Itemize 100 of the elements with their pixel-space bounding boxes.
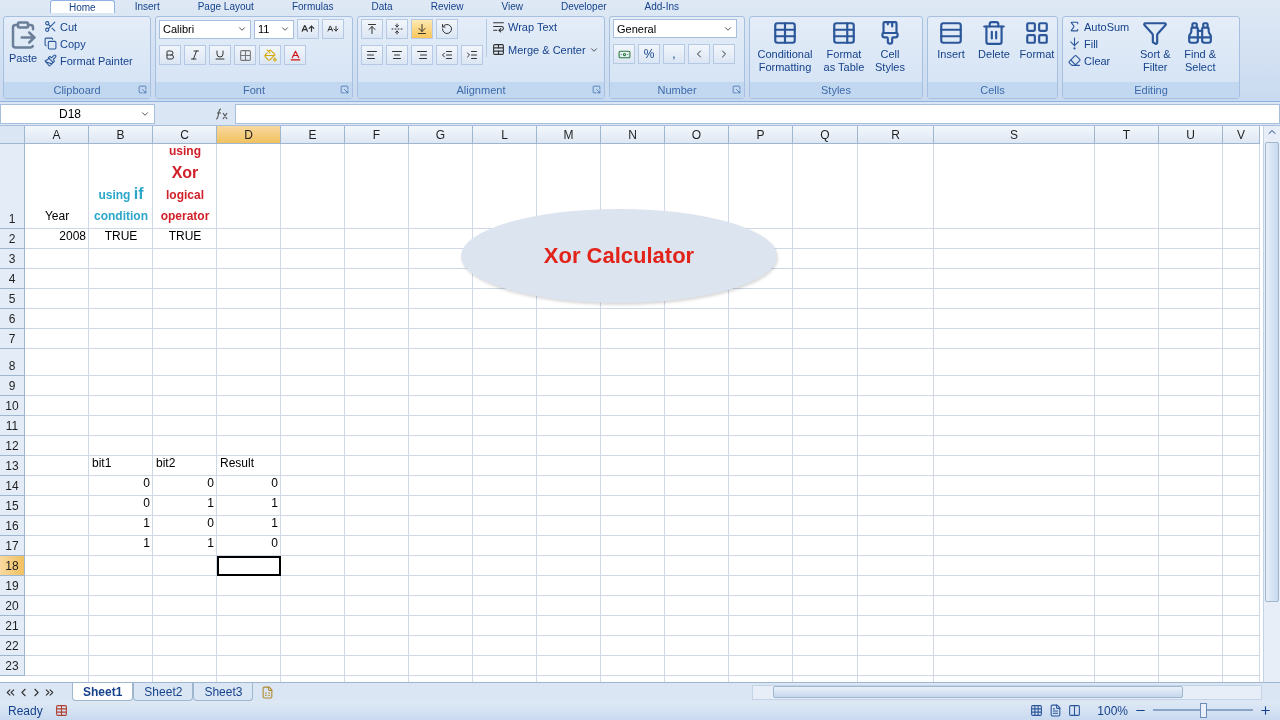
dialog-launcher-icon[interactable] (592, 85, 601, 94)
column-header[interactable]: R (858, 126, 934, 144)
row-header[interactable]: 7 (0, 329, 25, 349)
column-header[interactable]: M (537, 126, 601, 144)
new-sheet-icon[interactable] (261, 685, 275, 699)
column-header[interactable]: A (25, 126, 89, 144)
vertical-align-button[interactable] (411, 19, 433, 39)
column-header[interactable]: B (89, 126, 153, 144)
column-header[interactable]: G (409, 126, 473, 144)
borders-button[interactable] (234, 45, 256, 65)
column-header[interactable]: S (934, 126, 1095, 144)
row-header[interactable]: 13 (0, 456, 25, 476)
column-header[interactable]: L (473, 126, 537, 144)
decrease-decimal-button[interactable] (713, 44, 735, 64)
row-header[interactable]: 5 (0, 289, 25, 309)
row-header[interactable]: 1 (0, 144, 25, 229)
row-header[interactable]: 19 (0, 576, 25, 596)
ribbon-tab[interactable]: Page Layout (179, 0, 272, 13)
ribbon-tab[interactable]: Add-Ins (626, 0, 698, 13)
clipboard-button[interactable]: Copy (42, 36, 135, 51)
ribbon-button[interactable]: Find & Select (1179, 19, 1222, 75)
italic-button[interactable] (184, 45, 206, 65)
dialog-launcher-icon[interactable] (340, 85, 349, 94)
ribbon-button[interactable]: Delete (974, 19, 1014, 62)
row-header[interactable]: 20 (0, 596, 25, 616)
dialog-launcher-icon[interactable] (732, 85, 741, 94)
number-style-button[interactable]: % (638, 44, 660, 64)
row-header[interactable]: 16 (0, 516, 25, 536)
underline-button[interactable] (209, 45, 231, 65)
row-header[interactable]: 14 (0, 476, 25, 496)
dropdown-icon[interactable] (280, 24, 290, 34)
selected-cell[interactable] (217, 556, 281, 576)
row-header[interactable]: 6 (0, 309, 25, 329)
ribbon-tab[interactable]: Insert (116, 0, 178, 13)
fill-color-button[interactable] (259, 45, 281, 65)
row-header[interactable]: 11 (0, 416, 25, 436)
grow-font-button[interactable] (297, 19, 319, 39)
zoom-in-icon[interactable] (1259, 704, 1272, 717)
name-box[interactable]: D18 (0, 103, 155, 124)
column-header[interactable]: C (153, 126, 217, 144)
ribbon-button[interactable]: Format (1017, 19, 1057, 62)
font-color-button[interactable] (284, 45, 306, 65)
wrap-text-button[interactable]: Wrap Text (490, 19, 601, 34)
ellipse-shape[interactable]: Xor Calculator (461, 209, 777, 303)
align-left-button[interactable] (361, 45, 383, 65)
column-header[interactable]: D (217, 126, 281, 144)
ribbon-tab[interactable]: Review (412, 0, 482, 13)
row-header[interactable]: 4 (0, 269, 25, 289)
ribbon-tab[interactable]: Home (50, 0, 115, 13)
row-header[interactable]: 17 (0, 536, 25, 556)
shrink-font-button[interactable] (322, 19, 344, 39)
font-name-field[interactable]: Calibri (159, 19, 251, 39)
zoom-level[interactable]: 100% (1097, 703, 1128, 718)
decrease-indent-button[interactable] (436, 45, 458, 65)
ribbon-button[interactable]: Insert (931, 19, 971, 62)
row-header[interactable]: 22 (0, 636, 25, 656)
merge-center-button[interactable]: Merge & Center (490, 42, 601, 57)
vertical-scrollbar[interactable] (1263, 126, 1280, 682)
column-header[interactable]: N (601, 126, 665, 144)
zoom-slider-thumb[interactable] (1200, 703, 1207, 718)
align-right-button[interactable] (411, 45, 433, 65)
column-header[interactable]: V (1223, 126, 1260, 144)
row-header[interactable]: 2 (0, 229, 25, 249)
row-header[interactable]: 15 (0, 496, 25, 516)
horizontal-scrollbar[interactable] (752, 684, 1262, 700)
editing-button[interactable]: Clear (1066, 53, 1132, 68)
column-header[interactable]: O (665, 126, 729, 144)
ribbon-tab[interactable]: Formulas (273, 0, 352, 13)
clipboard-button[interactable]: Format Painter (42, 53, 135, 68)
ribbon-button[interactable]: Sort & Filter (1134, 19, 1177, 75)
clipboard-button[interactable]: Cut (42, 19, 135, 34)
increase-decimal-button[interactable] (688, 44, 710, 64)
orientation-button[interactable] (436, 19, 458, 39)
sheet-tab[interactable]: Sheet1 (72, 683, 134, 701)
number-format-field[interactable]: General (613, 19, 737, 38)
dropdown-icon[interactable] (237, 24, 247, 34)
row-header[interactable]: 12 (0, 436, 25, 456)
row-header[interactable]: 21 (0, 616, 25, 636)
align-center-button[interactable] (386, 45, 408, 65)
row-header[interactable]: 18 (0, 556, 25, 576)
vertical-align-button[interactable] (386, 19, 408, 39)
column-header[interactable]: T (1095, 126, 1159, 144)
row-header[interactable]: 23 (0, 656, 25, 676)
ribbon-tab[interactable]: View (483, 0, 541, 13)
ribbon-button[interactable]: Conditional Formatting (753, 19, 817, 75)
font-size-field[interactable]: 11 (254, 19, 294, 39)
function-icon[interactable] (215, 107, 229, 120)
editing-button[interactable]: AutoSum (1066, 19, 1132, 34)
column-header[interactable]: E (281, 126, 345, 144)
vertical-align-button[interactable] (361, 19, 383, 39)
bold-button[interactable] (159, 45, 181, 65)
row-header[interactable]: 10 (0, 396, 25, 416)
column-header[interactable]: U (1159, 126, 1223, 144)
dialog-launcher-icon[interactable] (138, 85, 147, 94)
column-header[interactable]: P (729, 126, 793, 144)
ribbon-tab[interactable]: Developer (543, 0, 625, 13)
row-header[interactable]: 3 (0, 249, 25, 269)
number-style-button[interactable]: , (663, 44, 685, 64)
editing-button[interactable]: Fill (1066, 36, 1132, 51)
paste-button[interactable]: Paste (7, 19, 39, 66)
